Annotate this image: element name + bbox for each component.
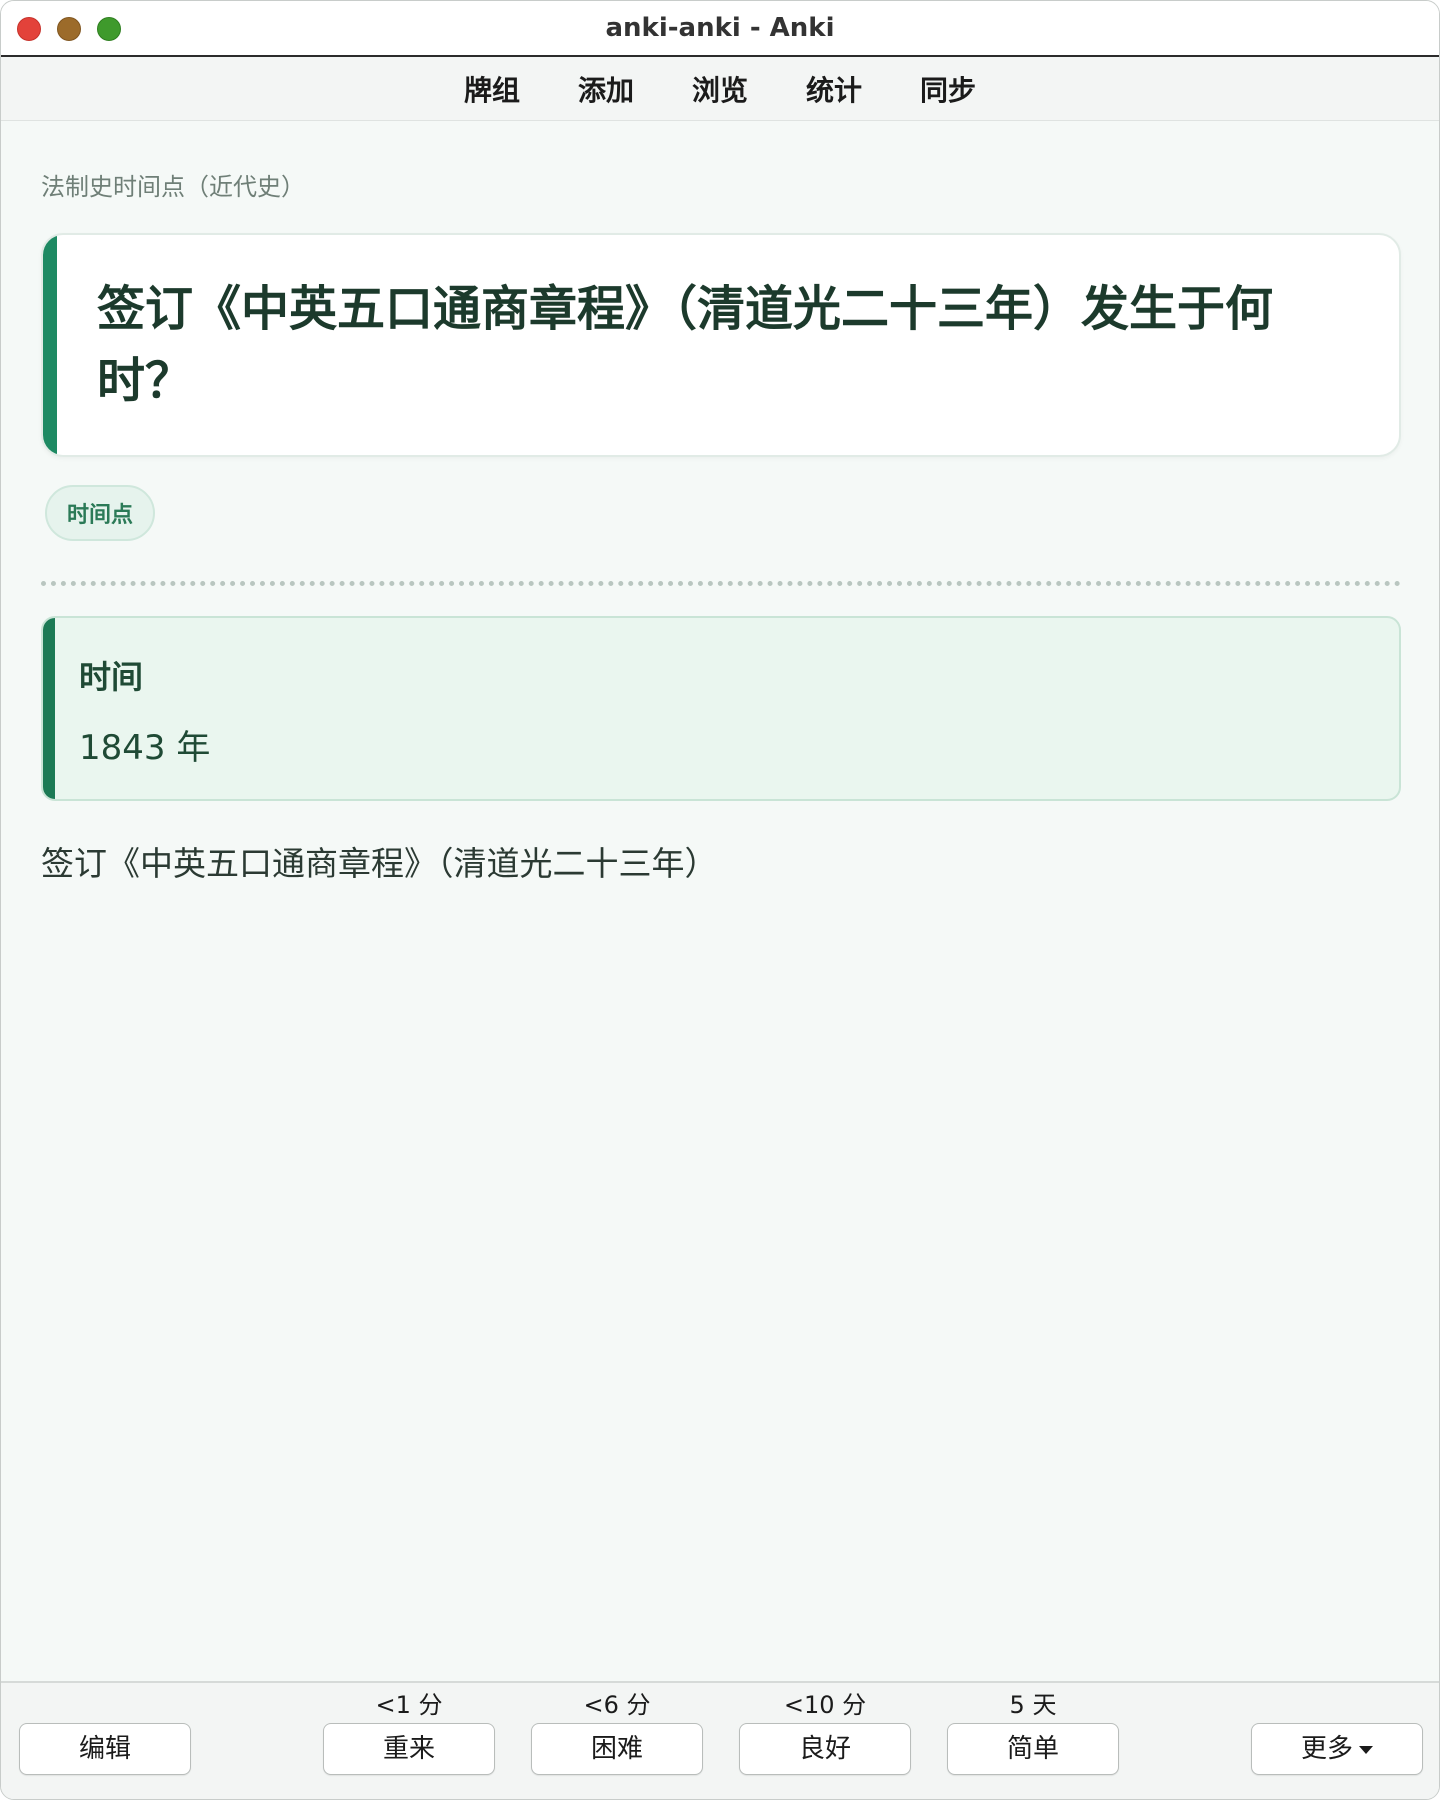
main-toolbar: 牌组 添加 浏览 统计 同步 bbox=[1, 57, 1439, 121]
more-button[interactable]: 更多 bbox=[1251, 1723, 1423, 1775]
good-interval: <10 分 bbox=[783, 1691, 867, 1719]
deck-name: 法制史时间点（近代史） bbox=[41, 173, 305, 201]
answer-card: 时间 1843 年 bbox=[41, 616, 1401, 801]
title-bar: anki-anki - Anki bbox=[1, 1, 1439, 57]
question-card: 签订《中英五口通商章程》（清道光二十三年）发生于何时？ bbox=[41, 233, 1401, 457]
easy-interval: 5 天 bbox=[1009, 1691, 1057, 1719]
edit-button[interactable]: 编辑 bbox=[19, 1723, 191, 1775]
anki-window: anki-anki - Anki 牌组 添加 浏览 统计 同步 法制史时间点（近… bbox=[0, 0, 1440, 1800]
answer-label: 时间 bbox=[79, 658, 144, 696]
caret-down-icon bbox=[1359, 1745, 1373, 1754]
hard-button[interactable]: 困难 bbox=[531, 1723, 703, 1775]
window-title: anki-anki - Anki bbox=[605, 13, 835, 43]
question-text: 签订《中英五口通商章程》（清道光二十三年）发生于何时？ bbox=[97, 281, 1274, 409]
answer-extra: 签订《中英五口通商章程》（清道光二十三年） bbox=[41, 844, 718, 883]
toolbar-stats[interactable]: 统计 bbox=[804, 65, 864, 113]
good-button[interactable]: 良好 bbox=[739, 1723, 911, 1775]
toolbar-sync[interactable]: 同步 bbox=[918, 65, 978, 113]
review-bottom-bar: 编辑 <1 分 重来 <6 分 困难 <10 分 良好 5 天 简单 更多 bbox=[1, 1681, 1439, 1799]
toolbar-decks[interactable]: 牌组 bbox=[462, 65, 522, 113]
answer-divider bbox=[41, 581, 1401, 586]
more-label: 更多 bbox=[1300, 1734, 1353, 1764]
easy-button[interactable]: 简单 bbox=[947, 1723, 1119, 1775]
again-button[interactable]: 重来 bbox=[323, 1723, 495, 1775]
card-content: 法制史时间点（近代史） 签订《中英五口通商章程》（清道光二十三年）发生于何时？ … bbox=[41, 121, 1401, 885]
tag-badge: 时间点 bbox=[45, 485, 156, 541]
again-interval: <1 分 bbox=[375, 1691, 443, 1719]
answer-value: 1843 年 bbox=[79, 728, 211, 768]
hard-interval: <6 分 bbox=[583, 1691, 651, 1719]
toolbar-add[interactable]: 添加 bbox=[576, 65, 636, 113]
toolbar-browse[interactable]: 浏览 bbox=[690, 65, 750, 113]
